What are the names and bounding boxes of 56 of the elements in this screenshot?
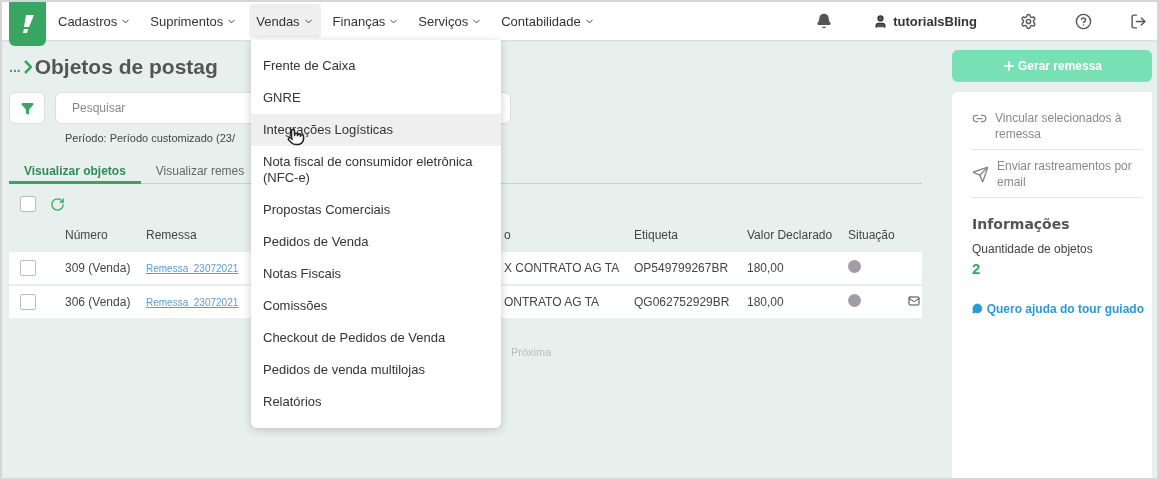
help-icon[interactable]	[1075, 12, 1092, 30]
page-title: Objetos de postag	[34, 55, 218, 79]
nav-menu[interactable]: Vendas	[249, 4, 321, 38]
table-cell: OP549799267BR	[634, 261, 729, 275]
table-cell: 309 (Venda)	[65, 261, 131, 275]
menu-item[interactable]: Integrações Logísticas	[251, 114, 501, 146]
info-heading: Informações	[972, 216, 1071, 232]
table-cell: 180,00	[747, 295, 784, 309]
nav-menu[interactable]: Cadastros	[51, 4, 139, 38]
plus-icon	[1001, 59, 1016, 73]
user-menu[interactable]: tutorialsBling	[867, 12, 983, 30]
menu-item[interactable]: GNRE	[251, 82, 501, 114]
table-cell: 306 (Venda)	[65, 295, 131, 309]
nav-menu[interactable]: Serviços	[411, 4, 490, 38]
logo[interactable]	[9, 2, 46, 46]
filter-button[interactable]	[9, 92, 45, 124]
refresh-icon[interactable]	[50, 196, 65, 212]
nav-menu[interactable]: Contabilidade	[494, 4, 602, 38]
nav-menu[interactable]: Suprimentos	[143, 4, 245, 38]
menu-item[interactable]: Checkout de Pedidos de Venda	[251, 322, 501, 354]
user-icon	[873, 13, 889, 29]
table-cell: QG062752929BR	[634, 295, 730, 309]
column-header: Remessa	[146, 228, 197, 242]
info-value: 2	[972, 260, 982, 277]
table-cell: ONTRATO AG TA	[504, 295, 600, 309]
bell-icon[interactable]	[816, 13, 833, 29]
nav-menu[interactable]: Finanças	[325, 4, 407, 38]
menu-item[interactable]: Propostas Comerciais	[251, 194, 501, 226]
column-header: Valor Declarado	[747, 228, 833, 242]
info-label: Quantidade de objetos	[972, 242, 1094, 256]
column-header: Número	[65, 228, 108, 242]
logout-icon[interactable]	[1130, 12, 1147, 30]
menu-item[interactable]: Relatórios	[251, 386, 501, 418]
menu-item[interactable]: Frente de Caixa	[251, 50, 501, 82]
column-header: o	[504, 228, 511, 242]
action-link[interactable]: Vincular selecionados à remessa	[995, 110, 1142, 142]
row-checkbox[interactable]	[20, 260, 36, 276]
tab[interactable]: Visualizar objetos	[9, 162, 141, 184]
chevron-right-icon	[23, 60, 32, 74]
menu-item[interactable]: Pedidos de Venda	[251, 226, 501, 258]
table-cell: X CONTRATO AG TA	[504, 261, 620, 275]
column-header: Etiqueta	[634, 228, 679, 242]
select-all-checkbox[interactable]	[20, 196, 36, 212]
row-checkbox[interactable]	[20, 294, 36, 310]
menu-item[interactable]: Pedidos de venda multilojas	[251, 354, 501, 386]
chat-bubble-icon	[972, 301, 983, 316]
filter-icon	[20, 101, 34, 115]
table-cell: 180,00	[747, 261, 784, 275]
menu-item[interactable]: Comissões	[251, 290, 501, 322]
settings-icon[interactable]	[1020, 12, 1037, 30]
menu-item[interactable]: Notas Fiscais	[251, 258, 501, 290]
period-text: Período: Período customizado (23/	[65, 132, 235, 144]
action-link[interactable]: Enviar rastreamentos por email	[997, 158, 1142, 190]
mail-icon[interactable]	[908, 294, 920, 307]
send-icon	[972, 166, 989, 183]
column-header: Situação	[848, 228, 895, 242]
